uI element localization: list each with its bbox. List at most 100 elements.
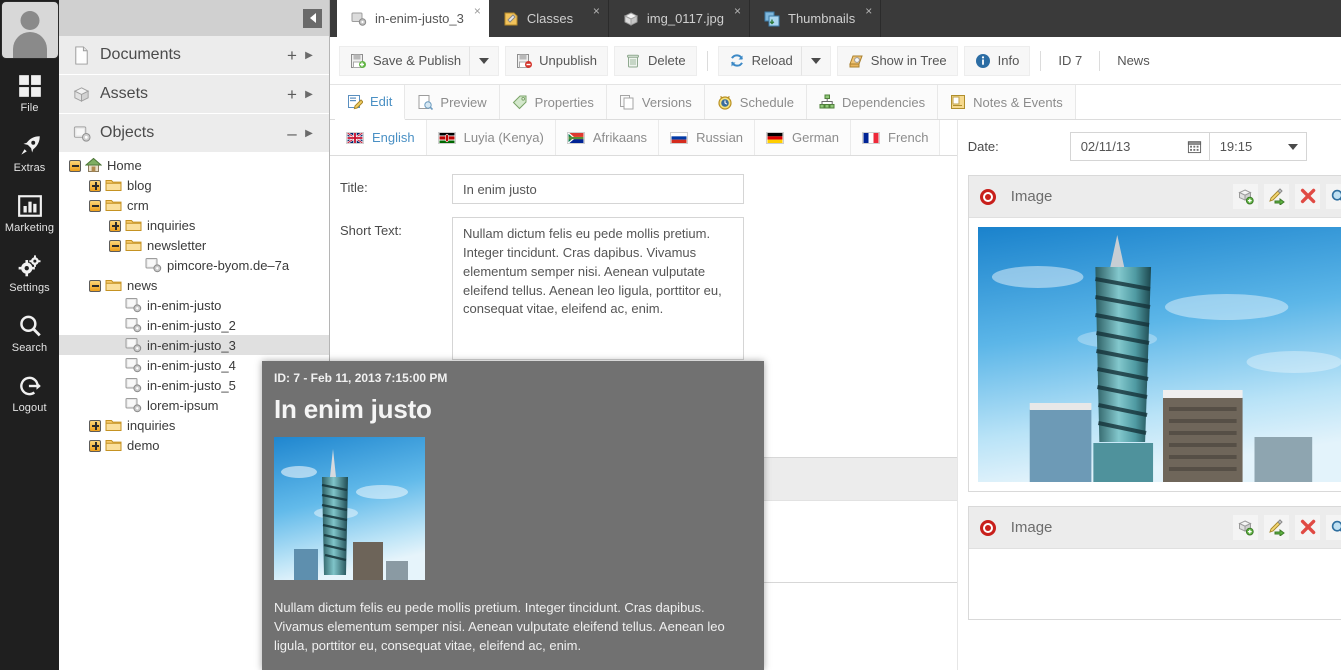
image-preview[interactable] — [978, 227, 1341, 482]
close-icon[interactable]: × — [865, 5, 872, 17]
editor-tab[interactable]: Dependencies — [807, 85, 938, 119]
rail-item-file[interactable]: File — [0, 59, 59, 119]
assets-add-button[interactable]: + — [283, 86, 301, 103]
tree-node[interactable]: crm — [59, 195, 329, 215]
title-input[interactable]: In enim justo — [452, 174, 744, 204]
close-icon[interactable]: × — [474, 5, 481, 17]
tree-expander-plus[interactable] — [88, 439, 101, 452]
close-icon[interactable]: × — [593, 5, 600, 17]
tooltip-thumbnail — [274, 437, 425, 580]
language-tab[interactable]: English — [335, 120, 427, 155]
language-tab[interactable]: French — [851, 120, 940, 155]
editor-tab-bar: Edit PreviewProperties Versions Schedule Dep… — [330, 85, 1341, 120]
tree-node[interactable]: blog — [59, 175, 329, 195]
magnifier-icon — [1330, 188, 1341, 205]
rail-item-settings[interactable]: Settings — [0, 239, 59, 299]
unpublish-button[interactable]: Unpublish — [505, 46, 608, 76]
editor-tab[interactable]: Edit — [335, 85, 405, 120]
assets-menu-arrow[interactable]: ▶ — [301, 89, 317, 100]
time-input[interactable]: 19:15 — [1210, 132, 1307, 161]
reload-button[interactable]: Reload — [718, 46, 801, 76]
collapse-panel-button[interactable] — [303, 9, 322, 28]
save-icon — [350, 53, 366, 69]
language-tab[interactable]: Afrikaans — [556, 120, 659, 155]
shorttext-textarea[interactable]: Nullam dictum felis eu pede mollis preti… — [452, 217, 744, 360]
accordion-documents[interactable]: Documents + ▶ — [59, 36, 329, 75]
accordion-objects[interactable]: Objects – ▶ — [59, 114, 329, 153]
documents-menu-arrow[interactable]: ▶ — [301, 50, 317, 61]
reload-menu-button[interactable] — [801, 46, 831, 76]
save-publish-label: Save & Publish — [373, 53, 461, 68]
calendar-icon[interactable] — [1187, 139, 1202, 154]
language-tab[interactable]: German — [755, 120, 851, 155]
editor-tab-label: Schedule — [740, 95, 794, 110]
tree-expander-minus[interactable] — [88, 279, 101, 292]
rail-item-search[interactable]: Search — [0, 299, 59, 359]
tree-node[interactable]: inquiries — [59, 215, 329, 235]
rail-item-extras[interactable]: Extras — [0, 119, 59, 179]
save-publish-menu-button[interactable] — [469, 46, 499, 76]
tree-node[interactable]: in-enim-justo — [59, 295, 329, 315]
search-asset-button[interactable] — [1325, 514, 1341, 541]
tree-expander-plus[interactable] — [108, 219, 121, 232]
object-icon — [125, 397, 142, 413]
window-tab[interactable]: Thumbnails × — [750, 0, 881, 37]
editor-tab-label: Versions — [642, 95, 692, 110]
editor-tab[interactable]: Preview — [405, 85, 499, 119]
editor-tab[interactable]: Versions — [607, 85, 705, 119]
editor-tab[interactable]: Schedule — [705, 85, 807, 119]
shorttext-field-row: Short Text: Nullam dictum felis eu pede … — [340, 217, 957, 360]
language-tab-label: English — [372, 130, 415, 145]
show-in-tree-button[interactable]: Show in Tree — [837, 46, 958, 76]
tree-expander-minus[interactable] — [88, 199, 101, 212]
info-button[interactable]: Info — [964, 46, 1031, 76]
edit-asset-button[interactable] — [1263, 183, 1290, 210]
remove-asset-button[interactable] — [1294, 183, 1321, 210]
tree-node[interactable]: in-enim-justo_2 — [59, 315, 329, 335]
tree-node[interactable]: newsletter — [59, 235, 329, 255]
objects-collapse-button[interactable]: – — [283, 125, 301, 142]
image-field-body[interactable] — [969, 218, 1341, 491]
add-asset-button[interactable] — [1232, 183, 1259, 210]
documents-add-button[interactable]: + — [283, 47, 301, 64]
add-asset-button[interactable] — [1232, 514, 1259, 541]
rail-item-marketing[interactable]: Marketing — [0, 179, 59, 239]
date-input[interactable]: 02/11/13 — [1070, 132, 1210, 161]
save-publish-button[interactable]: Save & Publish — [339, 46, 469, 76]
bar-chart-icon — [17, 193, 43, 219]
chevron-down-icon[interactable] — [1288, 144, 1298, 150]
tree-node[interactable]: news — [59, 275, 329, 295]
objects-menu-arrow[interactable]: ▶ — [301, 128, 317, 139]
object-preview-tooltip: ID: 7 - Feb 11, 2013 7:15:00 PM In enim … — [262, 361, 764, 670]
edit-asset-button[interactable] — [1263, 514, 1290, 541]
delete-button[interactable]: Delete — [614, 46, 697, 76]
tree-node[interactable]: in-enim-justo_3 — [59, 335, 329, 355]
tree-expander-plus[interactable] — [88, 419, 101, 432]
editor-tab-label: Edit — [370, 94, 392, 109]
search-asset-button[interactable] — [1325, 183, 1341, 210]
image-field-block: Image — [968, 175, 1341, 492]
window-tab-label: Thumbnails — [788, 11, 855, 26]
tree-expander-minus[interactable] — [68, 159, 81, 172]
tree-node[interactable]: Home — [59, 155, 329, 175]
date-label: Date: — [968, 139, 1070, 154]
rail-item-logout[interactable]: Logout — [0, 359, 59, 419]
user-avatar[interactable] — [1, 1, 59, 59]
versions-copy-icon — [619, 94, 635, 110]
window-tab[interactable]: in-enim-justo_3× — [337, 0, 489, 37]
close-icon[interactable]: × — [734, 5, 741, 17]
remove-asset-button[interactable] — [1294, 514, 1321, 541]
editor-tab[interactable]: Notes & Events — [938, 85, 1076, 119]
tree-node[interactable]: pimcore-byom.de–7a — [59, 255, 329, 275]
editor-tab[interactable]: Properties — [500, 85, 607, 119]
window-tab[interactable]: img_0117.jpg× — [609, 0, 750, 37]
editor-tab-label: Notes & Events — [973, 95, 1063, 110]
accordion-assets[interactable]: Assets + ▶ — [59, 75, 329, 114]
dependencies-icon — [819, 94, 835, 110]
tree-expander-minus[interactable] — [108, 239, 121, 252]
window-tab[interactable]: Classes× — [489, 0, 609, 37]
image-field-body[interactable] — [969, 549, 1341, 619]
language-tab[interactable]: Luyia (Kenya) — [427, 120, 556, 155]
language-tab[interactable]: Russian — [659, 120, 755, 155]
tree-expander-plus[interactable] — [88, 179, 101, 192]
